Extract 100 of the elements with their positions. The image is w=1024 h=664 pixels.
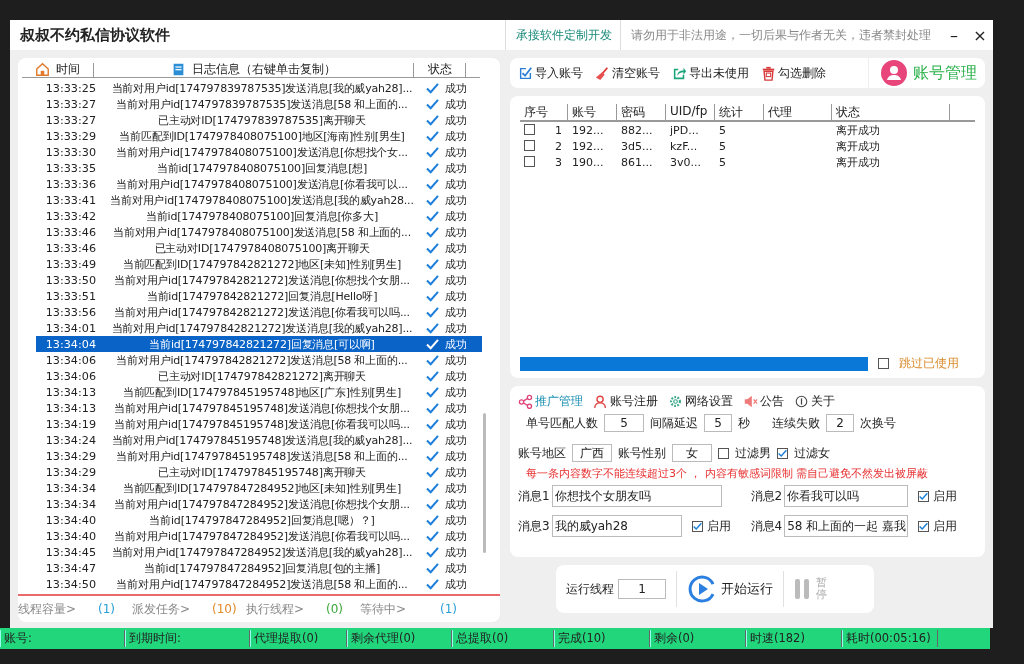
checkbox[interactable] [777,447,788,459]
thread-count-field[interactable]: 1 [618,579,666,599]
region-field[interactable]: 广西 [572,444,612,462]
log-row[interactable]: 13:34:29 已主动对ID[174797845195748]离开聊天 成功 [36,464,482,480]
tab[interactable]: 公告 [743,392,784,410]
log-row[interactable]: 13:33:29 当前匹配到ID[1747978408075100]地区[海南]性别[男生] 成功 [36,128,482,144]
log-row[interactable]: 13:33:46 当前对用户id[1747978408075100]发送消息[58 和上面的... 成功 [36,224,482,240]
number-field[interactable]: 2 [826,414,854,432]
time-cell-text: 13:34:01 [44,321,97,335]
column-header[interactable]: 序号 [520,104,568,120]
log-row[interactable]: 13:33:27 已主动对ID[174797839787535]离开聊天 成功 [36,112,482,128]
log-row[interactable]: 13:34:01 当前对用户id[174797842821272]发送消息[我的威yah28]... 成功 [36,320,482,336]
number-field[interactable]: 5 [704,414,732,432]
message-field[interactable]: 你想找个女朋友吗 [551,485,722,507]
log-row[interactable]: 13:34:24 当前对用户id[174797845195748]发送消息[我的威yah28]... 成功 [36,432,482,448]
log-row[interactable]: 13:34:34 当前对用户id[174797847284952]发送消息[你想找个女朋... 成功 [36,496,482,512]
column-header[interactable]: 状态 [832,104,950,120]
start-button[interactable]: 开始运行 [687,574,773,604]
checkbox[interactable] [524,155,535,167]
field-label: 消息1 [518,487,550,505]
column-header[interactable]: 状态 [414,62,466,77]
log-row[interactable]: 13:33:42 当前id[1747978408075100]回复消息[你多大] 成功 [36,208,482,224]
status-cell: 成功 [445,96,467,112]
check-icon [426,498,439,510]
tab[interactable]: 推广管理 [518,392,583,410]
column-header[interactable]: 时间 [22,62,94,77]
status-cell: 成功 [445,528,467,544]
checkbox[interactable] [524,139,535,151]
time-cell-text: 13:33:41 [44,193,97,207]
log-row[interactable]: 13:33:56 当前对用户id[174797842821272]发送消息[你看我可以吗... 成功 [36,304,482,320]
checkbox[interactable] [918,520,930,532]
tab[interactable]: 网络设置 [668,392,733,410]
log-row[interactable]: 13:34:04 当前id[174797842821272]回复消息[可以啊] 成功 [36,336,482,352]
log-row[interactable]: 13:34:13 当前匹配到ID[174797845195748]地区[广东]性别[男生] 成功 [36,384,482,400]
message-cell-text: 已主动对ID[1747978408075100]离开聊天 [153,240,371,256]
checkbox[interactable] [878,358,889,369]
checkbox-label[interactable]: 过滤男 [735,444,771,462]
log-row[interactable]: 13:34:47 当前id[174797847284952]回复消息[包的主播] 成功 [36,560,482,576]
log-row[interactable]: 13:33:27 当前对用户id[174797839787535]发送消息[58 和上面的... 成功 [36,96,482,112]
log-row[interactable]: 13:34:45 当前对用户id[174797847284952]发送消息[我的威yah28]... 成功 [36,544,482,560]
log-row[interactable]: 13:34:13 当前对用户id[174797845195748]发送消息[你想找个女朋... 成功 [36,400,482,416]
checkbox[interactable] [718,447,729,459]
log-row[interactable]: 13:33:50 当前对用户id[174797842821272]发送消息[你想找个女朋... 成功 [36,272,482,288]
log-row[interactable]: 13:33:35 当前id[1747978408075100]回复消息[想] 成功 [36,160,482,176]
number-field[interactable]: 5 [604,414,644,432]
column-header[interactable]: 日志信息（右键单击复制） [94,62,414,77]
message-field[interactable]: 58 和上面的一起 嘉我 [784,515,909,537]
log-row[interactable]: 13:33:30 当前对用户id[1747978408075100]发送消息[你想找个女... 成功 [36,144,482,160]
checkbox[interactable] [524,123,535,135]
log-row[interactable]: 13:34:40 当前id[174797847284952]回复消息[嗯）？] 成功 [36,512,482,528]
checkbox-label[interactable]: 启用 [933,517,958,535]
column-header[interactable]: 账号 [568,104,617,120]
status-cell: 成功 [445,512,467,528]
message-cell-text: 当前对用户id[174797842821272]发送消息[你看我可以吗... [113,304,411,320]
checkbox[interactable] [918,490,930,502]
table-cell-text: 882... [620,123,654,137]
toolbar-button[interactable]: 导出未使用 [670,64,751,82]
log-row[interactable]: 13:33:25 当前对用户id[174797839787535]发送消息[我的威yah28]... 成功 [36,80,482,96]
tab[interactable]: 账号注册 [593,392,658,410]
log-row[interactable]: 13:34:40 当前对用户id[174797847284952]发送消息[你看我可以吗... 成功 [36,528,482,544]
log-row[interactable]: 13:33:36 当前对用户id[1747978408075100]发送消息[你看我可以... 成功 [36,176,482,192]
column-header[interactable]: 统计 [715,104,764,120]
scrollbar-thumb[interactable] [483,413,486,553]
log-row[interactable]: 13:33:46 已主动对ID[1747978408075100]离开聊天 成功 [36,240,482,256]
toolbar-button[interactable]: 导入账号 [516,64,585,82]
log-row[interactable]: 13:34:19 当前对用户id[174797845195748]发送消息[你看我可以吗... 成功 [36,416,482,432]
checkbox[interactable] [691,520,703,532]
log-row[interactable]: 13:33:49 当前匹配到ID[174797842821272]地区[未知]性别[男生] 成功 [36,256,482,272]
column-header[interactable]: UID/fp [666,104,715,120]
message-field[interactable]: 我的威yah28 [551,515,682,537]
status-cell: 成功 [445,560,467,576]
log-row[interactable]: 13:34:06 当前对用户id[174797842821272]发送消息[58 和上面的... 成功 [36,352,482,368]
column-header[interactable]: 代理 [764,104,832,120]
counter-label: 等待中> [360,600,408,618]
log-row[interactable]: 13:34:34 当前匹配到ID[174797847284952]地区[未知]性别[男生] 成功 [36,480,482,496]
log-row[interactable]: 13:34:06 已主动对ID[174797842821272]离开聊天 成功 [36,368,482,384]
minimize-button[interactable]: – [941,20,967,50]
custom-dev-link[interactable]: 承接软件定制开发 [505,20,620,50]
message-field[interactable]: 你看我可以吗 [784,485,909,507]
log-row[interactable]: 13:33:41 当前对用户id[1747978408075100]发送消息[我的威yah28... 成功 [36,192,482,208]
time-cell-text: 13:34:50 [44,577,97,591]
tab[interactable]: 关于 [794,392,835,410]
checkbox-label[interactable]: 启用 [933,487,958,505]
time-cell-text: 13:34:13 [44,401,97,415]
check-icon [919,491,929,501]
toolbar-button[interactable]: 勾选删除 [759,64,828,82]
gender-field[interactable]: 女 [672,444,712,462]
log-row[interactable]: 13:34:29 当前对用户id[174797845195748]发送消息[58 和上面的... 成功 [36,448,482,464]
close-button[interactable]: × [967,20,993,50]
checkbox-label[interactable]: 启用 [706,517,731,535]
toolbar-button[interactable]: 清空账号 [593,64,662,82]
log-row[interactable]: 13:34:50 当前对用户id[174797847284952]发送消息[58 和上面的... 成功 [36,576,482,592]
message-cell-text: 当前id[174797847284952]回复消息[包的主播] [143,560,381,576]
log-row[interactable]: 13:33:51 当前id[174797842821272]回复消息[Hello呀] 成功 [36,288,482,304]
column-header[interactable]: 密码 [617,104,666,120]
checkbox-label[interactable]: 过滤女 [794,444,830,462]
check-icon [426,194,439,206]
status-cell: 成功 [445,496,467,512]
message-cell-text: 当前对用户id[1747978408075100]发送消息[你看我可以... [115,176,409,192]
status-cell: 成功 [445,272,467,288]
